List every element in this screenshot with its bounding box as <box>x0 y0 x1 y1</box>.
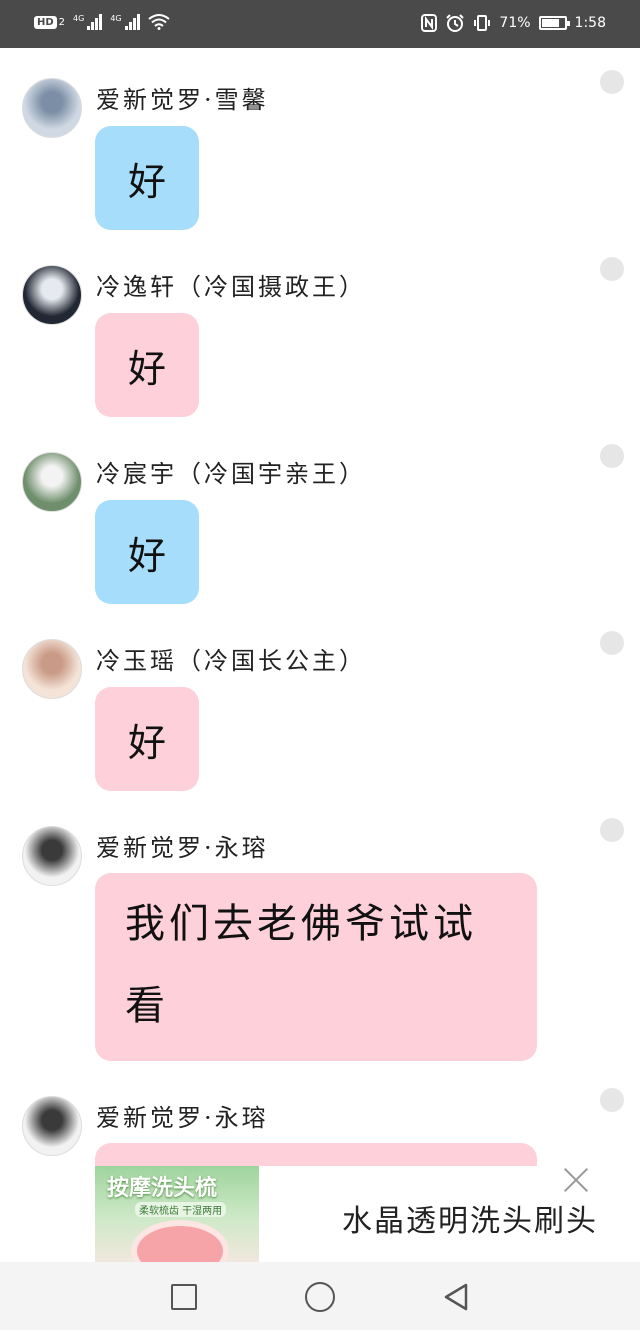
avatar[interactable] <box>22 265 82 325</box>
ad-image[interactable]: 按摩洗头梳 柔软梳齿 干湿两用 <box>95 1166 259 1262</box>
chat-message-list[interactable]: 爱新觉罗·雪馨 好 冷逸轩（冷国摄政王） 好 冷宸宇（冷国宇亲王） 好 冷玉瑶（… <box>0 48 640 1262</box>
system-navigation-bar <box>0 1262 640 1330</box>
alarm-icon <box>446 14 465 32</box>
network-type-2: 4G <box>110 14 122 23</box>
avatar[interactable] <box>22 1096 82 1156</box>
battery-icon <box>538 16 570 30</box>
unread-indicator <box>600 70 624 94</box>
ad-image-subtitle: 柔软梳齿 干湿两用 <box>135 1202 227 1217</box>
home-icon[interactable] <box>305 1282 335 1312</box>
sim-slot: 2 <box>58 16 66 28</box>
unread-indicator <box>600 257 624 281</box>
hd-badge: HD <box>34 15 57 29</box>
ad-product-shape <box>137 1226 223 1262</box>
recent-apps-icon[interactable] <box>171 1284 197 1310</box>
network-type-1: 4G <box>73 14 85 23</box>
message-text-line: 看 <box>125 983 169 1029</box>
avatar[interactable] <box>22 639 82 699</box>
unread-indicator <box>600 1088 624 1112</box>
unread-indicator <box>600 631 624 655</box>
avatar[interactable] <box>22 826 82 886</box>
sender-name: 冷逸轩（冷国摄政王） <box>96 273 366 301</box>
signal-2-icon: 4G <box>110 14 140 30</box>
message-bubble[interactable]: 好 <box>95 687 199 791</box>
wifi-icon <box>148 14 170 30</box>
close-icon[interactable] <box>562 1166 590 1194</box>
ad-banner[interactable]: 按摩洗头梳 柔软梳齿 干湿两用 水晶透明洗头刷头 <box>0 1166 640 1262</box>
message-bubble[interactable]: 我们去老佛爷试试 看 <box>95 873 537 1061</box>
signal-1-icon: 4G <box>73 14 103 30</box>
sender-name: 爱新觉罗·雪馨 <box>96 86 269 114</box>
message-bubble[interactable]: 好 <box>95 313 199 417</box>
ad-image-banner: 按摩洗头梳 <box>107 1176 218 1201</box>
unread-indicator <box>600 818 624 842</box>
clock: 1:58 <box>574 15 606 31</box>
sender-name: 冷宸宇（冷国宇亲王） <box>96 460 366 488</box>
sender-name: 爱新觉罗·永瑢 <box>96 1104 269 1132</box>
message-text-line: 我们去老佛爷试试 <box>125 901 477 947</box>
sender-name: 爱新觉罗·永瑢 <box>96 834 269 862</box>
back-icon[interactable] <box>442 1282 470 1312</box>
sender-name: 冷玉瑶（冷国长公主） <box>96 647 366 675</box>
message-bubble[interactable]: 好 <box>95 126 199 230</box>
message-bubble[interactable]: 好 <box>95 500 199 604</box>
nfc-icon <box>421 14 438 32</box>
avatar[interactable] <box>22 452 82 512</box>
avatar[interactable] <box>22 78 82 138</box>
ad-title[interactable]: 水晶透明洗头刷头 <box>342 1196 598 1240</box>
vibrate-icon <box>474 15 491 31</box>
status-bar: HD 2 4G 4G 71% 1:58 <box>0 0 640 48</box>
unread-indicator <box>600 444 624 468</box>
battery-percent: 71% <box>499 15 531 31</box>
